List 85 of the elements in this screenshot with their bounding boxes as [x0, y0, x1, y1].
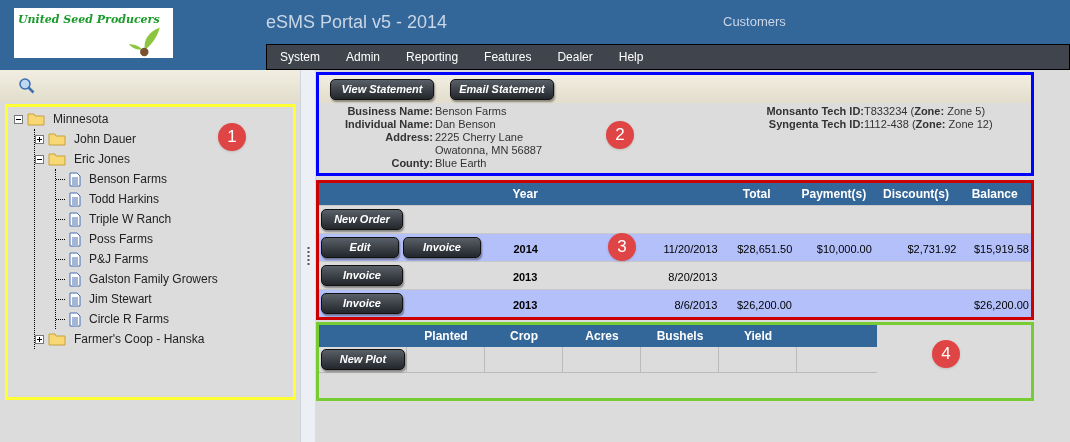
table-cell: $2,731.92 — [907, 242, 957, 255]
action-button[interactable]: Invoice — [321, 265, 403, 286]
field-label: Address: — [384, 131, 433, 145]
column-header: Crop — [509, 328, 539, 345]
field-value: 1112-438 (Zone: Zone 12) — [864, 118, 993, 131]
tree-item[interactable]: Todd Harkins — [89, 190, 160, 208]
action-button[interactable]: New Order — [321, 209, 403, 230]
action-button[interactable]: View Statement — [330, 78, 434, 100]
column-header: Bushels — [655, 328, 705, 345]
page-title: Customers — [723, 13, 786, 32]
column-header: Discount(s) — [882, 186, 950, 203]
tree-item[interactable]: Minnesota — [53, 110, 109, 128]
column-header: Balance — [970, 186, 1019, 203]
table-cell: $26,200.00 — [973, 298, 1029, 311]
expand-icon[interactable] — [35, 134, 44, 144]
collapse-icon[interactable] — [14, 114, 23, 124]
document-icon — [69, 291, 81, 307]
collapse-icon[interactable] — [35, 154, 44, 164]
field-value: 2225 Cherry Lane — [435, 131, 524, 144]
column-header: Acres — [584, 328, 620, 345]
tree-item[interactable]: Triple W Ranch — [89, 210, 172, 228]
field-value: Benson Farms — [435, 105, 507, 118]
tree-item[interactable]: Benson Farms — [89, 170, 168, 188]
field-value: Dan Benson — [435, 118, 496, 131]
menu-item[interactable]: Reporting — [406, 48, 459, 66]
tree-item[interactable]: Circle R Farms — [89, 310, 169, 328]
app-title: eSMS Portal v5 - 2014 — [266, 10, 449, 34]
table-cell: 2014 — [513, 242, 538, 255]
column-header: Total — [741, 186, 772, 203]
tree-item[interactable]: Galston Family Growers — [89, 270, 218, 288]
table-cell: 11/20/2013 — [663, 242, 718, 255]
table-cell: 8/20/2013 — [668, 270, 718, 283]
number-badge: 2 — [606, 121, 634, 149]
logo: United Seed Producers — [14, 8, 173, 58]
column-header: Year — [511, 186, 539, 203]
table-cell: 2013 — [512, 298, 538, 311]
tree-item[interactable]: Farmer's Coop - Hanska — [74, 330, 205, 348]
field-label: Monsanto Tech ID: — [765, 105, 864, 118]
action-button[interactable]: Email Statement — [450, 78, 554, 100]
tree-item[interactable]: Eric Jones — [74, 150, 131, 168]
field-value: Owatonna, MN 56887 — [435, 144, 542, 157]
folder-icon — [48, 332, 66, 346]
menu-item[interactable]: Dealer — [557, 48, 593, 66]
menu-item[interactable]: Features — [484, 48, 532, 66]
field-label: Syngenta Tech ID: — [767, 118, 864, 131]
folder-icon — [48, 152, 66, 166]
document-icon — [69, 231, 81, 247]
table-cell: $28,651.50 — [737, 242, 793, 255]
table-cell: $15,919.58 — [973, 242, 1029, 255]
column-header: Payment(s) — [800, 186, 868, 203]
document-icon — [69, 271, 81, 287]
action-button[interactable]: Edit — [321, 237, 399, 258]
table-cell: $26,200.00 — [736, 298, 792, 311]
field-value: T833234 (Zone: Zone 5) — [864, 105, 986, 118]
table-cell: 8/6/2013 — [674, 298, 718, 311]
expand-icon[interactable] — [35, 334, 44, 344]
number-badge: 1 — [218, 123, 246, 151]
folder-icon — [27, 112, 45, 126]
document-icon — [69, 191, 81, 207]
field-value: Blue Earth — [435, 157, 487, 170]
tree-item[interactable]: P&J Farms — [89, 250, 149, 268]
tree-item[interactable]: Jim Stewart — [89, 290, 152, 308]
document-icon — [69, 311, 81, 327]
document-icon — [69, 171, 81, 187]
field-label: Business Name: — [346, 105, 433, 118]
menu-item[interactable]: Help — [618, 48, 644, 66]
menu-item[interactable]: System — [280, 48, 320, 66]
table-cell: 2013 — [512, 270, 538, 283]
field-label: County: — [390, 157, 433, 170]
field-label: Individual Name: — [343, 118, 433, 131]
document-icon — [69, 211, 81, 227]
grip-icon[interactable] — [306, 246, 310, 266]
menu-item[interactable]: Admin — [346, 48, 381, 66]
table-cell: $10,000.00 — [816, 242, 872, 255]
action-button[interactable]: New Plot — [321, 349, 405, 370]
column-header: Planted — [423, 328, 469, 345]
document-icon — [69, 251, 81, 267]
number-badge: 4 — [932, 340, 960, 368]
action-button[interactable]: Invoice — [321, 293, 403, 314]
search-icon[interactable] — [18, 77, 36, 95]
action-button[interactable]: Invoice — [403, 237, 481, 258]
folder-icon — [48, 132, 66, 146]
tree-item[interactable]: Poss Farms — [89, 230, 153, 248]
tree-item[interactable]: John Dauer — [74, 130, 137, 148]
column-header: Yield — [742, 328, 774, 345]
